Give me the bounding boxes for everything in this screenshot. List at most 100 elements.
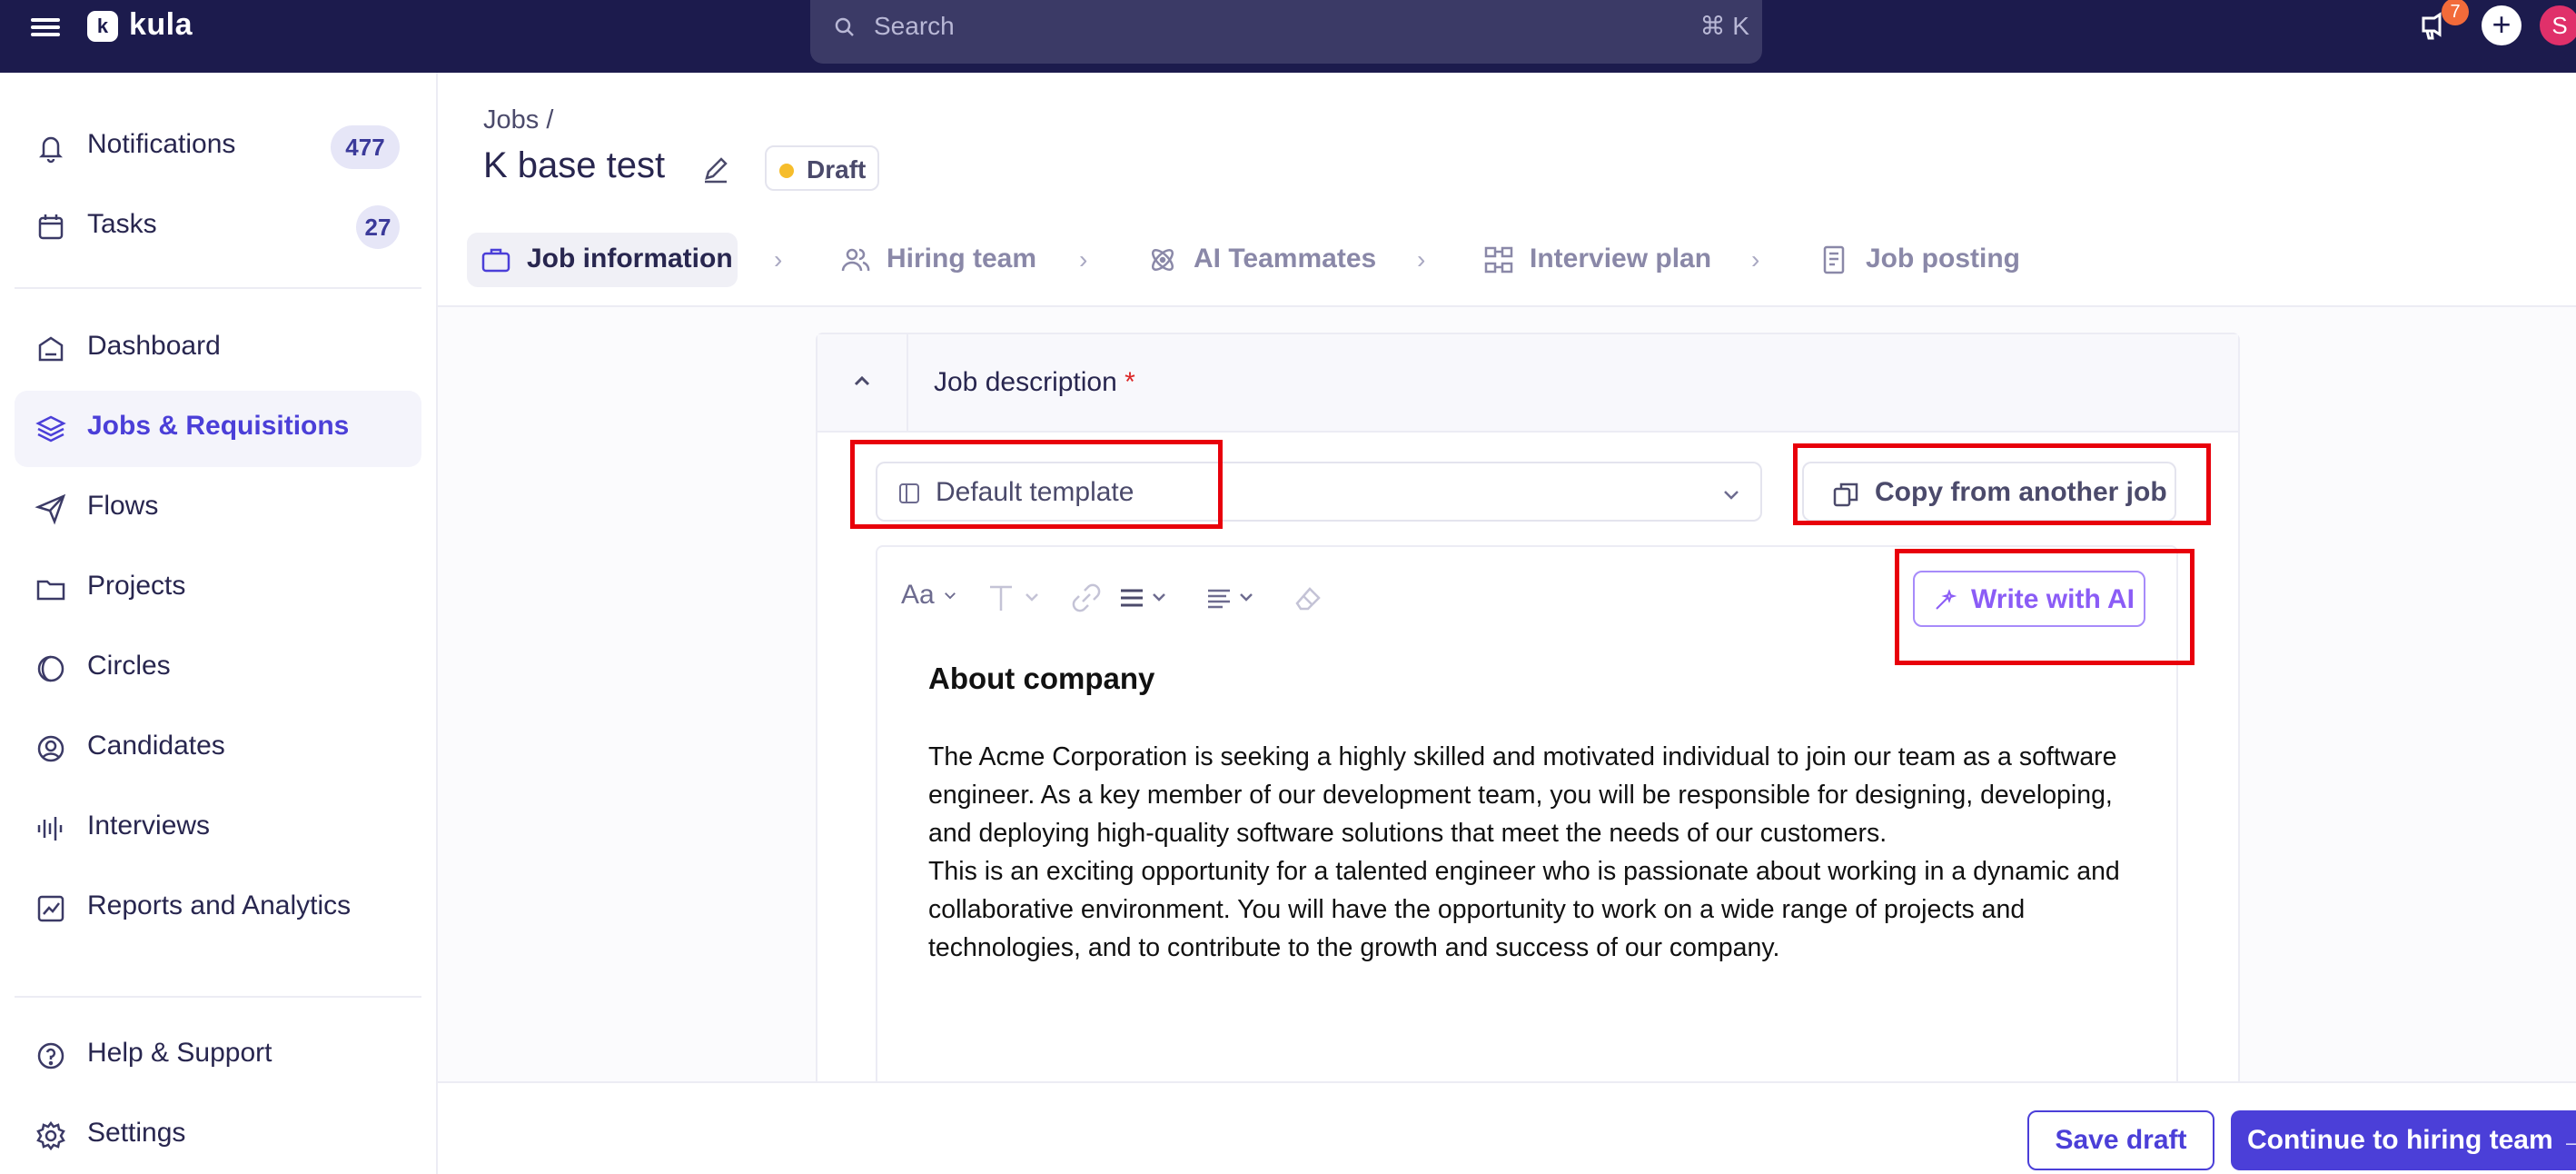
- font-icon[interactable]: [985, 580, 1048, 616]
- chevron-right-icon: ›: [1079, 245, 1088, 274]
- tab-job-posting[interactable]: Job posting: [1806, 233, 2027, 287]
- footer-bar: Save draft Continue to hiring team →: [438, 1081, 2576, 1174]
- top-bar: k kula Search ⌘ K 7 + S: [0, 0, 2576, 73]
- sidebar-item-help[interactable]: Help & Support: [15, 1018, 421, 1094]
- notification-count-badge: 7: [2442, 0, 2469, 25]
- highlight-box: [1793, 443, 2211, 525]
- sidebar: Notifications 477 Tasks 27 Dashboard Job…: [0, 73, 438, 1174]
- chart-icon: [37, 895, 64, 922]
- help-icon: [37, 1042, 64, 1070]
- tab-label: Interview plan: [1530, 244, 1712, 274]
- document-icon: [1823, 245, 1845, 274]
- layers-icon: [35, 415, 66, 443]
- tasks-count: 27: [356, 205, 400, 249]
- sidebar-item-reports[interactable]: Reports and Analytics: [15, 871, 421, 947]
- doc-heading: About company: [928, 662, 1155, 695]
- sidebar-item-interviews[interactable]: Interviews: [15, 791, 421, 867]
- status-text: Draft: [807, 155, 867, 184]
- sidebar-item-candidates[interactable]: Candidates: [15, 711, 421, 787]
- tab-label: Job posting: [1866, 244, 2020, 274]
- sidebar-item-label: Tasks: [87, 209, 157, 239]
- menu-icon[interactable]: [31, 15, 60, 40]
- list-icon[interactable]: [1117, 580, 1181, 616]
- sidebar-item-dashboard[interactable]: Dashboard: [15, 311, 421, 387]
- doc-paragraph: The Acme Corporation is seeking a highly…: [928, 742, 2117, 848]
- highlight-box: [850, 440, 1223, 529]
- edit-icon[interactable]: [698, 151, 734, 187]
- user-circle-icon: [37, 735, 64, 762]
- sidebar-item-label: Flows: [87, 491, 159, 521]
- save-draft-button[interactable]: Save draft: [2027, 1110, 2214, 1170]
- status-badge: Draft: [765, 145, 879, 191]
- audio-wave-icon: [37, 817, 63, 841]
- sidebar-item-label: Interviews: [87, 811, 211, 841]
- doc-body: The Acme Corporation is seeking a highly…: [928, 738, 2145, 967]
- search-placeholder: Search: [874, 12, 955, 40]
- sidebar-item-label: Help & Support: [87, 1038, 272, 1068]
- sidebar-item-label: Reports and Analytics: [87, 890, 352, 920]
- chevron-up-icon: [854, 375, 870, 386]
- main-content: Job description * Default template Copy …: [438, 307, 2576, 1081]
- tab-ai-teammates[interactable]: AI Teammates: [1134, 233, 1381, 287]
- card-header: Job description *: [817, 334, 2238, 433]
- tab-interview-plan[interactable]: Interview plan: [1470, 233, 1717, 287]
- continue-button[interactable]: Continue to hiring team →: [2231, 1110, 2576, 1170]
- required-mark: *: [1125, 367, 1135, 397]
- sidebar-item-label: Notifications: [87, 129, 236, 159]
- app-name[interactable]: kula: [129, 7, 193, 43]
- notifications-count: 477: [331, 125, 400, 169]
- search-icon: [835, 17, 854, 36]
- sidebar-item-label: Settings: [87, 1118, 186, 1148]
- home-icon: [38, 336, 64, 362]
- tab-hiring-team[interactable]: Hiring team: [827, 233, 1045, 287]
- chevron-right-icon: ›: [1417, 245, 1426, 274]
- sidebar-item-settings[interactable]: Settings: [15, 1098, 421, 1174]
- sidebar-item-flows[interactable]: Flows: [15, 471, 421, 547]
- sidebar-divider: [15, 287, 421, 289]
- status-dot: [779, 164, 794, 178]
- send-icon: [35, 493, 66, 525]
- tab-job-information[interactable]: Job information: [467, 233, 738, 287]
- doc-paragraph: This is an exciting opportunity for a ta…: [928, 857, 2120, 962]
- sidebar-item-projects[interactable]: Projects: [15, 551, 421, 627]
- circles-icon: [37, 655, 64, 682]
- sidebar-item-notifications[interactable]: Notifications 477: [15, 109, 421, 185]
- text-style-dropdown[interactable]: Aa: [901, 580, 958, 611]
- collapse-button[interactable]: [817, 334, 908, 431]
- folder-icon: [36, 580, 65, 601]
- tab-label: Hiring team: [887, 244, 1037, 274]
- tab-label: Job information: [527, 244, 733, 274]
- breadcrumb[interactable]: Jobs /: [483, 105, 553, 135]
- briefcase-icon: [481, 248, 510, 273]
- kula-logo-icon[interactable]: k: [87, 11, 118, 42]
- sidebar-divider: [15, 996, 421, 998]
- eraser-icon[interactable]: [1290, 580, 1326, 616]
- sidebar-item-label: Dashboard: [87, 331, 221, 361]
- sidebar-item-tasks[interactable]: Tasks 27: [15, 189, 421, 265]
- section-title: Job description *: [934, 367, 1135, 397]
- users-icon: [841, 248, 870, 272]
- sidebar-item-label: Jobs & Requisitions: [87, 411, 350, 441]
- align-icon[interactable]: [1204, 580, 1268, 616]
- chevron-down-icon: [945, 592, 956, 600]
- sidebar-item-circles[interactable]: Circles: [15, 631, 421, 707]
- search-shortcut: ⌘ K: [1699, 12, 1749, 40]
- sidebar-item-label: Candidates: [87, 731, 225, 761]
- chevron-right-icon: ›: [1751, 245, 1760, 274]
- gear-icon: [36, 1120, 65, 1151]
- calendar-icon: [38, 214, 64, 240]
- arrow-right-icon: →: [2561, 1125, 2576, 1155]
- chevron-down-icon: [1724, 491, 1739, 500]
- page-title: K base test: [483, 145, 666, 185]
- atom-icon: [1151, 248, 1174, 272]
- sidebar-item-jobs[interactable]: Jobs & Requisitions: [15, 391, 421, 467]
- sidebar-item-label: Circles: [87, 651, 171, 681]
- highlight-box: [1895, 549, 2195, 665]
- link-icon[interactable]: [1068, 580, 1105, 616]
- add-icon[interactable]: +: [2482, 5, 2522, 45]
- chevron-right-icon: ›: [774, 245, 783, 274]
- search-input[interactable]: Search ⌘ K: [810, 0, 1762, 64]
- tab-label: AI Teammates: [1194, 244, 1377, 274]
- flow-icon: [1484, 246, 1513, 274]
- user-avatar[interactable]: S: [2540, 5, 2576, 45]
